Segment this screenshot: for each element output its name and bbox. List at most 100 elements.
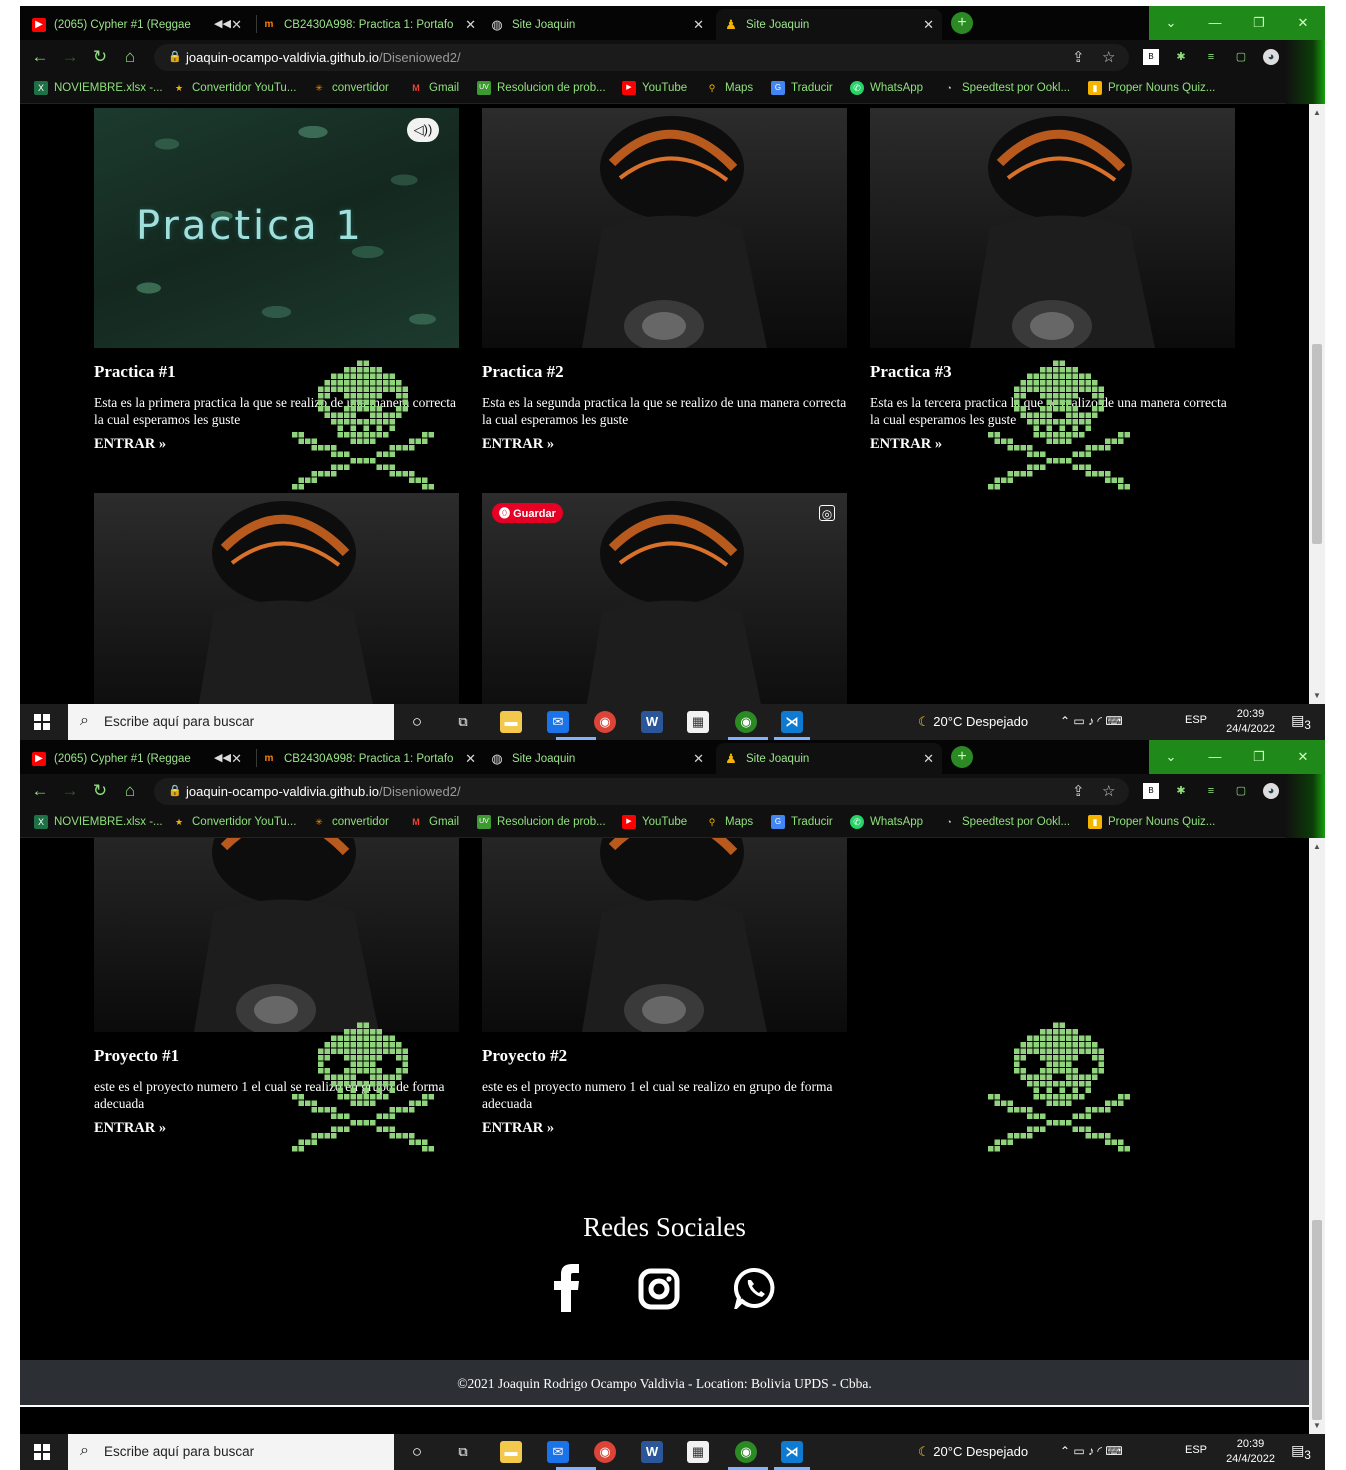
language-indicator[interactable]: ESP — [1185, 714, 1207, 726]
file-explorer-icon[interactable]: ▬ — [500, 1441, 522, 1463]
forward-button[interactable]: → — [60, 47, 80, 67]
bookmark-item[interactable]: ◔ Speedtest por Ookl... — [942, 815, 1070, 829]
system-tray-icons[interactable]: ⌃ ▭ ♪ ◜ ⌨ — [1060, 714, 1123, 728]
bookmark-item[interactable]: ▮ Proper Nouns Quiz... — [1088, 815, 1215, 829]
close-icon[interactable]: ✕ — [923, 17, 934, 33]
minimize-button[interactable]: — — [1193, 6, 1237, 40]
bookmark-item[interactable]: ▶ YouTube — [622, 81, 687, 95]
puzzle-icon[interactable]: ✱ — [1173, 783, 1189, 799]
address-bar[interactable]: 🔒 joaquin-ocampo-valdivia.github.io/Dise… — [154, 44, 1129, 71]
restore-button[interactable]: ❐ — [1237, 740, 1281, 774]
clock[interactable]: 20:39 24/4/2022 — [1226, 1437, 1275, 1467]
chrome-profile-icon[interactable]: ◉ — [735, 1441, 757, 1463]
back-button[interactable]: ← — [30, 781, 50, 801]
store-icon[interactable]: ▦ — [687, 711, 709, 733]
tab-youtube[interactable]: ▶ (2065) Cypher #1 (Reggae C ◀◀ ✕ — [32, 743, 250, 774]
mail-icon[interactable]: ✉ — [547, 711, 569, 733]
bookmark-item[interactable]: ▶ YouTube — [622, 815, 687, 829]
address-bar[interactable]: 🔒 joaquin-ocampo-valdivia.github.io/Dise… — [154, 778, 1129, 805]
vscode-icon[interactable]: ⋊ — [781, 711, 803, 733]
card-image[interactable] — [482, 108, 847, 348]
chrome-icon[interactable]: ◉ — [594, 1441, 616, 1463]
share-icon[interactable]: ⇪ — [1072, 782, 1085, 800]
tab-site-joaquin-1[interactable]: ◍ Site Joaquin ✕ — [490, 743, 712, 774]
share-icon[interactable]: ⇪ — [1072, 48, 1085, 66]
bookmark-item[interactable]: M Gmail — [409, 81, 459, 95]
chrome-profile-icon[interactable]: ◉ — [735, 711, 757, 733]
side-panel-icon[interactable]: ▢ — [1233, 49, 1249, 65]
scrollbar[interactable]: ▲ ▼ — [1309, 838, 1325, 1434]
cortana-icon[interactable]: ○ — [406, 1441, 428, 1463]
file-explorer-icon[interactable]: ▬ — [500, 711, 522, 733]
vscode-icon[interactable]: ⋊ — [781, 1441, 803, 1463]
audio-mute-icon[interactable]: ◀◀ — [214, 751, 231, 764]
reading-list-icon[interactable]: ≡ — [1203, 783, 1219, 799]
card-image[interactable] — [870, 108, 1235, 348]
bookmark-item[interactable]: ⚲ Maps — [705, 81, 753, 95]
store-icon[interactable]: ▦ — [687, 1441, 709, 1463]
reload-button[interactable]: ↻ — [90, 781, 110, 801]
bookmark-item[interactable]: G Traducir — [771, 81, 833, 95]
facebook-icon[interactable] — [552, 1264, 582, 1312]
mail-icon[interactable]: ✉ — [547, 1441, 569, 1463]
reading-list-icon[interactable]: ≡ — [1203, 49, 1219, 65]
tab-site-joaquin-1[interactable]: ◍ Site Joaquin ✕ — [490, 9, 712, 40]
whatsapp-icon[interactable] — [734, 1267, 776, 1309]
reload-button[interactable]: ↻ — [90, 47, 110, 67]
star-icon[interactable]: ☆ — [1102, 782, 1115, 800]
instagram-icon[interactable] — [638, 1268, 680, 1310]
close-icon[interactable]: ✕ — [693, 17, 704, 33]
enter-link[interactable]: ENTRAR » — [482, 1120, 847, 1137]
card-image[interactable] — [94, 493, 459, 704]
weather-widget[interactable]: ☾ 20°C Despejado — [918, 1444, 1028, 1460]
bookmark-item[interactable]: UV Resolucion de prob... — [477, 81, 606, 95]
weather-widget[interactable]: ☾ 20°C Despejado — [918, 714, 1028, 730]
word-icon[interactable]: W — [641, 711, 663, 733]
scrollbar-thumb[interactable] — [1312, 344, 1322, 544]
tab-search-button[interactable]: ⌄ — [1149, 740, 1193, 774]
card-image[interactable] — [482, 838, 847, 1032]
bookmark-item[interactable]: ⚲ Maps — [705, 815, 753, 829]
tab-moodle[interactable]: m CB2430A998: Practica 1: Portafol ✕ — [262, 9, 484, 40]
bookmark-item[interactable]: ★ Convertidor YouTu... — [172, 815, 296, 829]
bookmark-item[interactable]: ◔ Speedtest por Ookl... — [942, 81, 1070, 95]
tab-moodle[interactable]: m CB2430A998: Practica 1: Portafol ✕ — [262, 743, 484, 774]
close-icon[interactable]: ✕ — [923, 751, 934, 767]
task-view-icon[interactable]: ⧉ — [452, 1441, 474, 1463]
card-image[interactable]: ⓿ Guardar ◎ — [482, 493, 847, 704]
tab-site-joaquin-2[interactable]: ♟ Site Joaquin ✕ — [716, 743, 942, 774]
new-tab-button[interactable]: + — [951, 746, 973, 768]
word-icon[interactable]: W — [641, 1441, 663, 1463]
system-tray-icons[interactable]: ⌃ ▭ ♪ ◜ ⌨ — [1060, 1444, 1123, 1458]
back-button[interactable]: ← — [30, 47, 50, 67]
bookmark-item[interactable]: UV Resolucion de prob... — [477, 815, 606, 829]
close-icon[interactable]: ✕ — [465, 751, 476, 767]
scrollbar[interactable]: ▲ ▼ — [1309, 104, 1325, 704]
bookmark-item[interactable]: ✳ convertidor — [312, 81, 389, 95]
bookmark-item[interactable]: ✳ convertidor — [312, 815, 389, 829]
pinterest-save-button[interactable]: ⓿ Guardar — [492, 503, 563, 523]
tab-search-button[interactable]: ⌄ — [1149, 6, 1193, 40]
close-icon[interactable]: ✕ — [231, 751, 242, 767]
taskbar-search-input[interactable]: ⌕ Escribe aquí para buscar — [68, 704, 394, 740]
extension-b-icon[interactable]: B — [1143, 49, 1159, 65]
cortana-icon[interactable]: ○ — [406, 711, 428, 733]
puzzle-icon[interactable]: ✱ — [1173, 49, 1189, 65]
close-window-button[interactable]: ✕ — [1281, 6, 1325, 40]
extension-b-icon[interactable]: B — [1143, 783, 1159, 799]
close-icon[interactable]: ✕ — [231, 17, 242, 33]
bookmark-item[interactable]: X NOVIEMBRE.xlsx -... — [34, 81, 163, 95]
bookmark-item[interactable]: ★ Convertidor YouTu... — [172, 81, 296, 95]
forward-button[interactable]: → — [60, 781, 80, 801]
bookmark-item[interactable]: M Gmail — [409, 815, 459, 829]
card-image[interactable]: Practica 1 ◁)) — [94, 108, 459, 348]
scrollbar-thumb[interactable] — [1312, 1220, 1322, 1420]
home-button[interactable]: ⌂ — [120, 781, 140, 801]
side-panel-icon[interactable]: ▢ — [1233, 783, 1249, 799]
avatar[interactable]: ◕ — [1263, 49, 1279, 65]
language-indicator[interactable]: ESP — [1185, 1444, 1207, 1456]
bookmark-item[interactable]: X NOVIEMBRE.xlsx -... — [34, 815, 163, 829]
task-view-icon[interactable]: ⧉ — [452, 711, 474, 733]
notification-icon[interactable]: ▤3 — [1291, 1442, 1311, 1462]
windows-start-icon[interactable] — [34, 714, 50, 730]
